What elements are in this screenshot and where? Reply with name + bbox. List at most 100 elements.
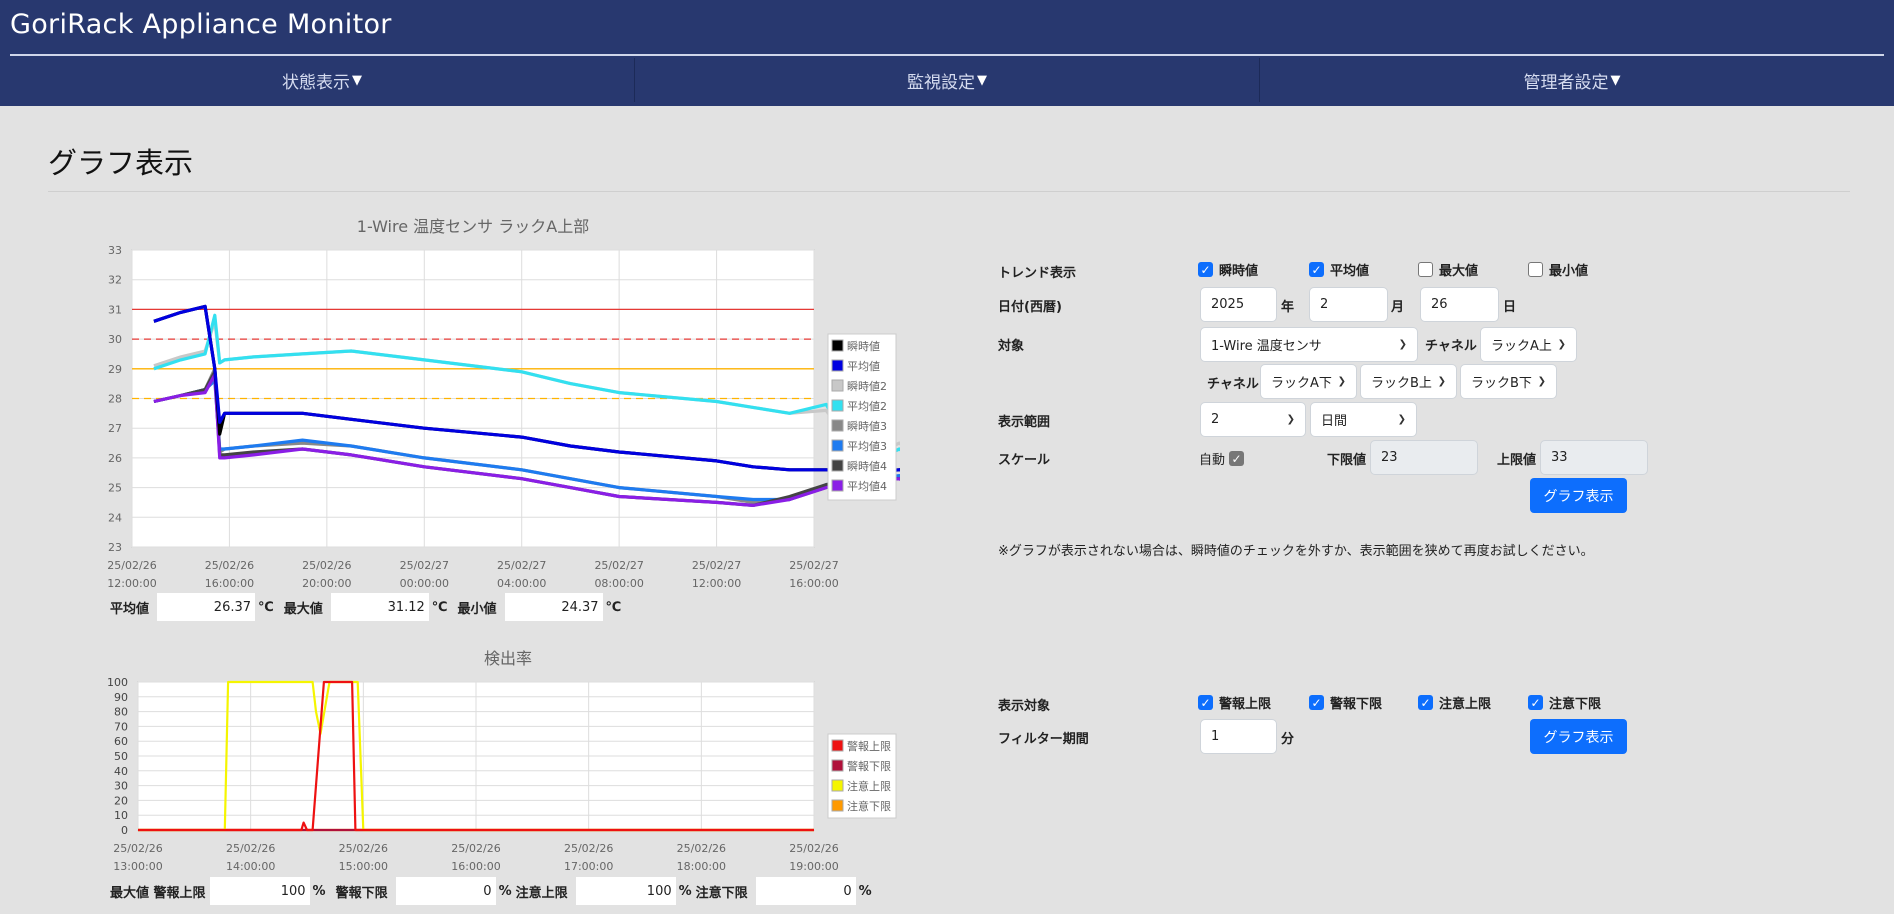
legend-swatch bbox=[831, 479, 844, 492]
day-input[interactable]: 26 bbox=[1420, 287, 1499, 322]
trend-instant-label: 瞬時値 bbox=[1219, 264, 1259, 279]
x-tick-time: 19:00:00 bbox=[789, 860, 838, 873]
x-tick-time: 00:00:00 bbox=[400, 577, 449, 590]
target-select[interactable]: 1-Wire 温度センサ ❯ bbox=[1200, 327, 1418, 362]
detect-value-2: 0 bbox=[395, 877, 496, 905]
x-tick-date: 25/02/26 bbox=[302, 559, 351, 572]
x-tick-date: 25/02/26 bbox=[113, 842, 162, 855]
caution-lower-checkbox[interactable]: ✓ 注意下限 bbox=[1528, 693, 1601, 712]
nav-admin-label: 管理者設定 bbox=[1523, 72, 1609, 93]
chevron-down-icon: ❯ bbox=[1397, 414, 1406, 425]
channel-select[interactable]: ラックA上 ❯ bbox=[1480, 327, 1577, 362]
graph-note: ※グラフが表示されない場合は、瞬時値のチェックを外すか、表示範囲を狭めて再度お試… bbox=[998, 544, 1594, 559]
channel-label: チャネル bbox=[1425, 339, 1477, 354]
nav-status-label: 状態表示 bbox=[282, 72, 350, 93]
app-title: GoriRack Appliance Monitor bbox=[10, 9, 392, 40]
nav-admin-settings[interactable]: 管理者設定 ▼ bbox=[1259, 58, 1884, 102]
legend-label: 瞬時値2 bbox=[847, 380, 887, 393]
check-icon: ✓ bbox=[1418, 695, 1433, 710]
y-tick-label: 32 bbox=[108, 274, 122, 287]
month-input[interactable]: 2 bbox=[1309, 287, 1388, 322]
detect-value-4: 0 bbox=[755, 877, 856, 905]
caret-down-icon: ▼ bbox=[977, 72, 987, 88]
page-title: グラフ表示 bbox=[48, 146, 194, 180]
upper-limit-input[interactable]: 33 bbox=[1540, 440, 1648, 475]
y-tick-label: 70 bbox=[114, 720, 128, 733]
detect-label-4: 注意下限 bbox=[695, 885, 748, 901]
y-tick-label: 31 bbox=[108, 303, 122, 316]
year-unit: 年 bbox=[1281, 300, 1295, 315]
legend-swatch bbox=[831, 739, 844, 752]
legend-label: 瞬時値3 bbox=[847, 420, 887, 433]
legend-swatch bbox=[831, 459, 844, 472]
caution-upper-checkbox[interactable]: ✓ 注意上限 bbox=[1418, 693, 1491, 712]
y-tick-label: 30 bbox=[114, 780, 128, 793]
detection-stats: 最大値 警報上限 100 % 警報下限 0 % 注意上限 100 % 注意下限 … bbox=[110, 877, 876, 905]
max-label: 最大値 bbox=[283, 601, 323, 617]
temperature-chart: 1-Wire 温度センサ ラックA上部 23 24 25 26 27 28 29 30 31 32 3… bbox=[107, 217, 900, 590]
chart-title: 検出率 bbox=[484, 649, 532, 668]
alarm-lower-checkbox[interactable]: ✓ 警報下限 bbox=[1309, 693, 1382, 712]
nav-status-display[interactable]: 状態表示 ▼ bbox=[10, 58, 634, 102]
legend-swatch bbox=[831, 759, 844, 772]
x-tick-date: 25/02/26 bbox=[789, 842, 838, 855]
x-tick-time: 08:00:00 bbox=[594, 577, 643, 590]
nav-monitor-settings[interactable]: 監視設定 ▼ bbox=[634, 58, 1259, 102]
filter-period-input[interactable]: 1 bbox=[1200, 719, 1277, 754]
detect-unit-2: % bbox=[498, 883, 512, 899]
target-select-value: 1-Wire 温度センサ bbox=[1211, 339, 1322, 354]
chevron-down-icon: ❯ bbox=[1537, 376, 1546, 387]
x-tick-time: 20:00:00 bbox=[302, 577, 351, 590]
trend-average-checkbox[interactable]: ✓ 平均値 bbox=[1309, 260, 1369, 279]
trend-display-label: トレンド表示 bbox=[998, 266, 1077, 281]
chevron-down-icon: ❯ bbox=[1437, 376, 1446, 387]
y-tick-label: 33 bbox=[108, 244, 122, 257]
legend-label: 警報上限 bbox=[847, 739, 891, 753]
lower-limit-input[interactable]: 23 bbox=[1370, 440, 1478, 475]
channel-select-3[interactable]: ラックB上 ❯ bbox=[1360, 364, 1457, 399]
alarm-upper-checkbox[interactable]: ✓ 警報上限 bbox=[1198, 693, 1271, 712]
range-select-value: 2 bbox=[1211, 412, 1220, 427]
trend-min-checkbox[interactable]: 最小値 bbox=[1528, 260, 1588, 279]
graph-display-button-2[interactable]: グラフ表示 bbox=[1530, 719, 1627, 754]
range-select[interactable]: 2 ❯ bbox=[1200, 402, 1306, 437]
legend-swatch bbox=[831, 379, 844, 392]
y-tick-label: 40 bbox=[114, 765, 128, 778]
legend-label: 平均値4 bbox=[847, 480, 887, 493]
legend-box bbox=[827, 333, 897, 501]
channel2-value-2: ラックB上 bbox=[1371, 376, 1432, 391]
range-unit-value: 日間 bbox=[1321, 414, 1348, 429]
checkbox-empty-icon bbox=[1418, 262, 1433, 277]
main-nav: 状態表示 ▼ 監視設定 ▼ 管理者設定 ▼ bbox=[10, 58, 1884, 102]
trend-instant-checkbox[interactable]: ✓ 瞬時値 bbox=[1198, 260, 1258, 279]
nav-monitor-label: 監視設定 bbox=[907, 72, 975, 93]
upper-limit-label: 上限値 bbox=[1497, 453, 1537, 468]
target-label: 対象 bbox=[998, 339, 1025, 354]
channel-select-2[interactable]: ラックA下 ❯ bbox=[1260, 364, 1357, 399]
y-tick-label: 10 bbox=[114, 809, 128, 822]
y-tick-label: 27 bbox=[108, 422, 122, 435]
auto-label: 自動 bbox=[1199, 453, 1226, 468]
chevron-down-icon: ❯ bbox=[1337, 376, 1346, 387]
trend-max-checkbox[interactable]: 最大値 bbox=[1418, 260, 1478, 279]
legend-swatch bbox=[831, 339, 844, 352]
channel-select-4[interactable]: ラックB下 ❯ bbox=[1460, 364, 1557, 399]
y-tick-label: 0 bbox=[121, 824, 128, 837]
trend-max-label: 最大値 bbox=[1439, 264, 1479, 279]
range-label: 表示範囲 bbox=[998, 415, 1051, 430]
x-tick-date: 25/02/27 bbox=[692, 559, 741, 572]
check-icon: ✓ bbox=[1528, 695, 1543, 710]
detect-label-3: 注意上限 bbox=[515, 885, 568, 901]
x-tick-time: 12:00:00 bbox=[692, 577, 741, 590]
caution-lower-label: 注意下限 bbox=[1549, 697, 1602, 712]
avg-label: 平均値 bbox=[110, 601, 150, 617]
auto-scale-checkbox[interactable]: 自動 ✓ bbox=[1199, 449, 1245, 468]
max-value-field: 31.12 bbox=[330, 593, 429, 621]
graph-display-button[interactable]: グラフ表示 bbox=[1530, 478, 1627, 513]
y-tick-label: 80 bbox=[114, 706, 128, 719]
year-input[interactable]: 2025 bbox=[1200, 287, 1277, 322]
range-unit-select[interactable]: 日間 ❯ bbox=[1310, 402, 1417, 437]
check-icon: ✓ bbox=[1198, 262, 1213, 277]
avg-value-field: 26.37 bbox=[157, 593, 256, 621]
y-tick-label: 60 bbox=[114, 735, 128, 748]
